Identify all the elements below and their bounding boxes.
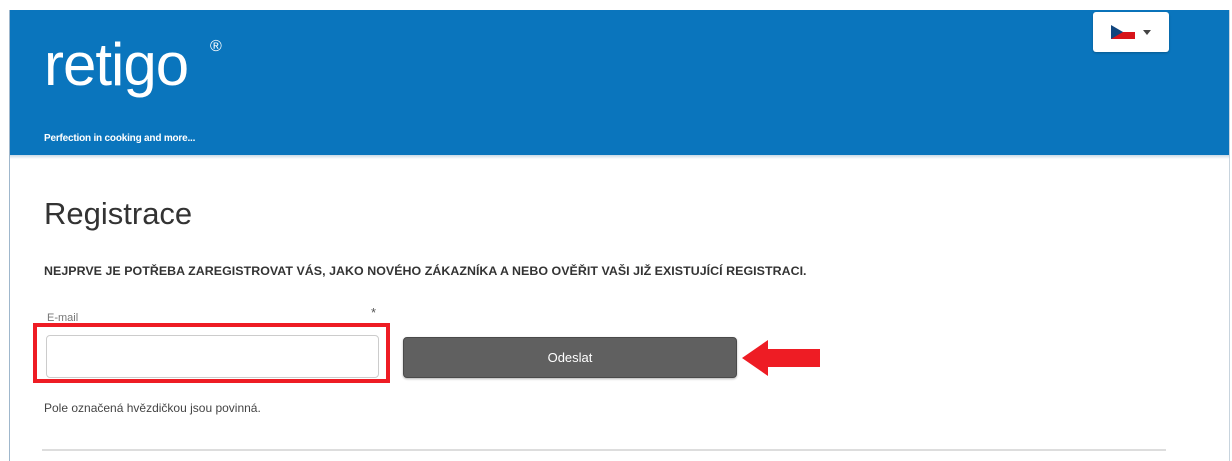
registered-mark: ® <box>210 38 222 55</box>
tagline: Perfection in cooking and more... <box>44 133 196 144</box>
language-selector[interactable] <box>1093 12 1169 52</box>
page-subtitle: NEJPRVE JE POTŘEBA ZAREGISTROVAT VÁS, JA… <box>44 264 807 278</box>
section-divider <box>42 449 1166 451</box>
czech-flag-icon <box>1111 25 1135 39</box>
page-title: Registrace <box>44 196 193 231</box>
email-input[interactable] <box>46 335 379 378</box>
submit-button[interactable]: Odeslat <box>403 337 737 378</box>
required-fields-note: Pole označená hvězdičkou jsou povinná. <box>44 401 261 415</box>
left-arrow-icon <box>742 340 820 376</box>
retigo-logo[interactable]: retigo <box>44 30 189 100</box>
header-shadow <box>10 155 1229 159</box>
page-border-right <box>1229 10 1230 461</box>
chevron-down-icon <box>1143 29 1151 35</box>
required-asterisk: * <box>371 305 377 320</box>
